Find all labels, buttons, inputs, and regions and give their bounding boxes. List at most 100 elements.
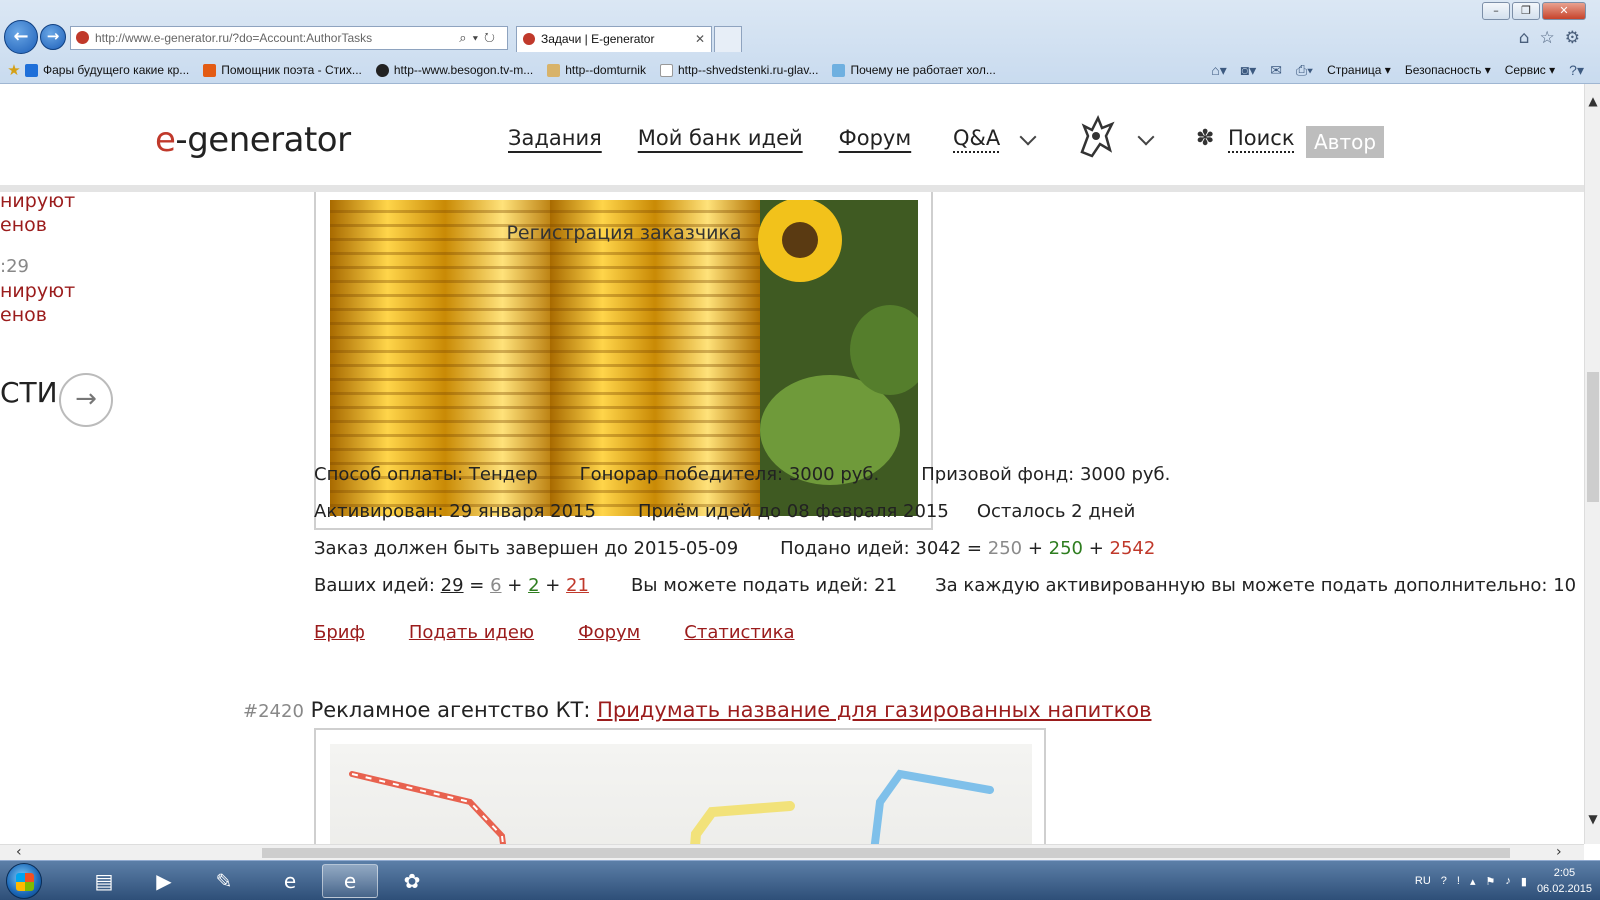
explorer-folder-icon[interactable]: ▤: [76, 864, 132, 898]
help-tray-icon[interactable]: ?: [1441, 875, 1447, 887]
tab-close-icon[interactable]: ✕: [695, 27, 705, 51]
flag-icon[interactable]: ⚑: [1486, 875, 1496, 888]
windows-logo-icon: [16, 873, 34, 891]
print-icon[interactable]: ⎙▾: [1296, 62, 1313, 79]
language-indicator[interactable]: RU: [1415, 875, 1431, 887]
network-icon[interactable]: ▮: [1521, 875, 1527, 888]
qa-chevron-down-icon[interactable]: [1020, 129, 1037, 146]
user-avatar[interactable]: [1070, 112, 1120, 162]
sidebar-more-label: сти: [0, 376, 58, 409]
favorites-add-icon[interactable]: ★: [3, 61, 25, 79]
vertical-scroll-thumb[interactable]: [1587, 372, 1599, 502]
volume-icon[interactable]: ♪: [1505, 875, 1511, 887]
favorite-icon: [376, 64, 389, 77]
rss-icon[interactable]: ◙▾: [1241, 62, 1256, 79]
nav-tasks[interactable]: Задания: [508, 126, 602, 150]
forward-button[interactable]: →: [40, 24, 66, 50]
horizontal-scroll-thumb[interactable]: [262, 848, 1510, 858]
favorite-item[interactable]: Помощник поэта - Стих...: [203, 63, 362, 77]
horizontal-scrollbar[interactable]: ‹ ›: [0, 844, 1584, 860]
paint-icon[interactable]: ✿: [384, 864, 440, 898]
forum-link[interactable]: Форум: [578, 622, 640, 643]
main-nav: Задания Мой банк идей Форум: [508, 126, 911, 150]
address-bar[interactable]: http://www.e-generator.ru/?do=Account:Au…: [70, 26, 508, 50]
new-tab-button[interactable]: [714, 26, 742, 52]
tray-expand-icon[interactable]: ▴: [1470, 875, 1476, 888]
straws-image: [330, 744, 1032, 844]
your-ideas-green-link[interactable]: 2: [528, 575, 539, 596]
task-actions: Бриф Подать идею Форум Статистика: [314, 622, 795, 643]
brief-link[interactable]: Бриф: [314, 622, 365, 643]
nav-idea-bank[interactable]: Мой банк идей: [638, 126, 803, 150]
favorite-item[interactable]: http--domturnik: [547, 63, 646, 77]
site-logo[interactable]: e-generator: [155, 120, 351, 160]
prize-fund: Призовой фонд: 3000 руб.: [921, 464, 1170, 485]
ie-icon[interactable]: e: [262, 864, 318, 898]
favorite-item[interactable]: http--www.besogon.tv-m...: [376, 63, 533, 77]
scroll-left-icon[interactable]: ‹: [16, 844, 22, 860]
your-ideas-total-link[interactable]: 29: [441, 575, 464, 596]
your-ideas-label: Ваших идей:: [314, 575, 435, 596]
tab-active[interactable]: Задачи | E-generator ✕: [516, 26, 712, 52]
home-icon[interactable]: ⌂: [1519, 28, 1540, 48]
address-url: http://www.e-generator.ru/?do=Account:Au…: [95, 31, 372, 45]
page-viewport: нируют енов :29 нируют енов сти →: [0, 84, 1584, 844]
command-bar: ⌂▾ ◙▾ ✉ ⎙▾ Страница ▾ Безопасность ▾ Сер…: [1211, 57, 1584, 83]
sidebar-text[interactable]: енов: [0, 214, 47, 236]
sidebar-text[interactable]: енов: [0, 304, 47, 326]
nav-forum[interactable]: Форум: [839, 126, 912, 150]
close-button[interactable]: ✕: [1542, 2, 1586, 20]
author-button[interactable]: Автор: [1306, 126, 1384, 158]
restore-button[interactable]: ❐: [1512, 2, 1540, 20]
favorite-item[interactable]: Фары будущего какие кр...: [25, 63, 189, 77]
task-title-link[interactable]: Придумать название для газированных напи…: [597, 698, 1151, 722]
task-image-frame[interactable]: [314, 728, 1046, 844]
task-image[interactable]: [330, 744, 1032, 844]
security-menu[interactable]: Безопасность ▾: [1405, 63, 1491, 77]
site-favicon-icon: [76, 31, 89, 44]
mail-icon[interactable]: ✉: [1270, 62, 1282, 79]
sidebar-text[interactable]: нируют: [0, 280, 75, 302]
notification-icon[interactable]: !: [1457, 875, 1460, 887]
tools-gear-icon[interactable]: ⚙: [1565, 28, 1590, 48]
avatar-icon: [1070, 112, 1120, 162]
vertical-scrollbar[interactable]: ▲ ▼: [1584, 84, 1600, 844]
start-button[interactable]: [6, 863, 42, 899]
your-ideas-red-link[interactable]: 21: [566, 575, 589, 596]
gear-icon[interactable]: ✽: [1196, 126, 1214, 151]
favorite-item[interactable]: http--shvedstenki.ru-glav...: [660, 63, 819, 77]
submitted-count-grey: 250: [988, 538, 1022, 559]
scroll-up-icon[interactable]: ▲: [1585, 94, 1600, 108]
user-chevron-down-icon[interactable]: [1138, 129, 1155, 146]
submit-idea-link[interactable]: Подать идею: [409, 622, 534, 643]
statistics-link[interactable]: Статистика: [684, 622, 794, 643]
media-player-icon[interactable]: ▶: [136, 864, 192, 898]
minimize-button[interactable]: –: [1482, 2, 1510, 20]
ideas-deadline: Приём идей до 08 февраля 2015: [638, 501, 949, 522]
browser-chrome: – ❐ ✕ ← → http://www.e-generator.ru/?do=…: [0, 0, 1600, 84]
task-client: Рекламное агентство КТ:: [311, 698, 591, 722]
nav-qa[interactable]: Q&A: [953, 126, 1000, 150]
tools-menu[interactable]: Сервис ▾: [1505, 63, 1555, 77]
home-icon[interactable]: ⌂▾: [1211, 62, 1226, 79]
favorites-bar: ★ Фары будущего какие кр... Помощник поэ…: [0, 57, 1600, 83]
help-icon[interactable]: ?▾: [1569, 62, 1584, 79]
draw-app-icon[interactable]: ✎: [196, 864, 252, 898]
sidebar-more-button[interactable]: →: [59, 373, 113, 427]
clock[interactable]: 2:05 06.02.2015: [1537, 865, 1592, 897]
favorites-star-icon[interactable]: ☆: [1540, 28, 1565, 48]
sidebar-text[interactable]: нируют: [0, 190, 75, 212]
search-link[interactable]: Поиск: [1228, 126, 1295, 150]
page-menu[interactable]: Страница ▾: [1327, 63, 1391, 77]
favorite-item[interactable]: Почему не работает хол...: [832, 63, 995, 77]
scroll-right-icon[interactable]: ›: [1556, 844, 1562, 860]
back-button[interactable]: ←: [4, 20, 38, 54]
can-submit-ideas: Вы можете подать идей: 21: [631, 575, 897, 596]
winner-fee: Гонорар победителя: 3000 руб.: [580, 464, 880, 485]
your-ideas-grey-link[interactable]: 6: [490, 575, 501, 596]
scroll-down-icon[interactable]: ▼: [1585, 812, 1600, 826]
tab-title: Задачи | E-generator: [541, 32, 654, 46]
ie-active-icon[interactable]: e: [322, 864, 378, 898]
complete-by: Заказ должен быть завершен до 2015-05-09: [314, 538, 738, 559]
address-tools[interactable]: ⌕▾↻: [459, 27, 501, 49]
